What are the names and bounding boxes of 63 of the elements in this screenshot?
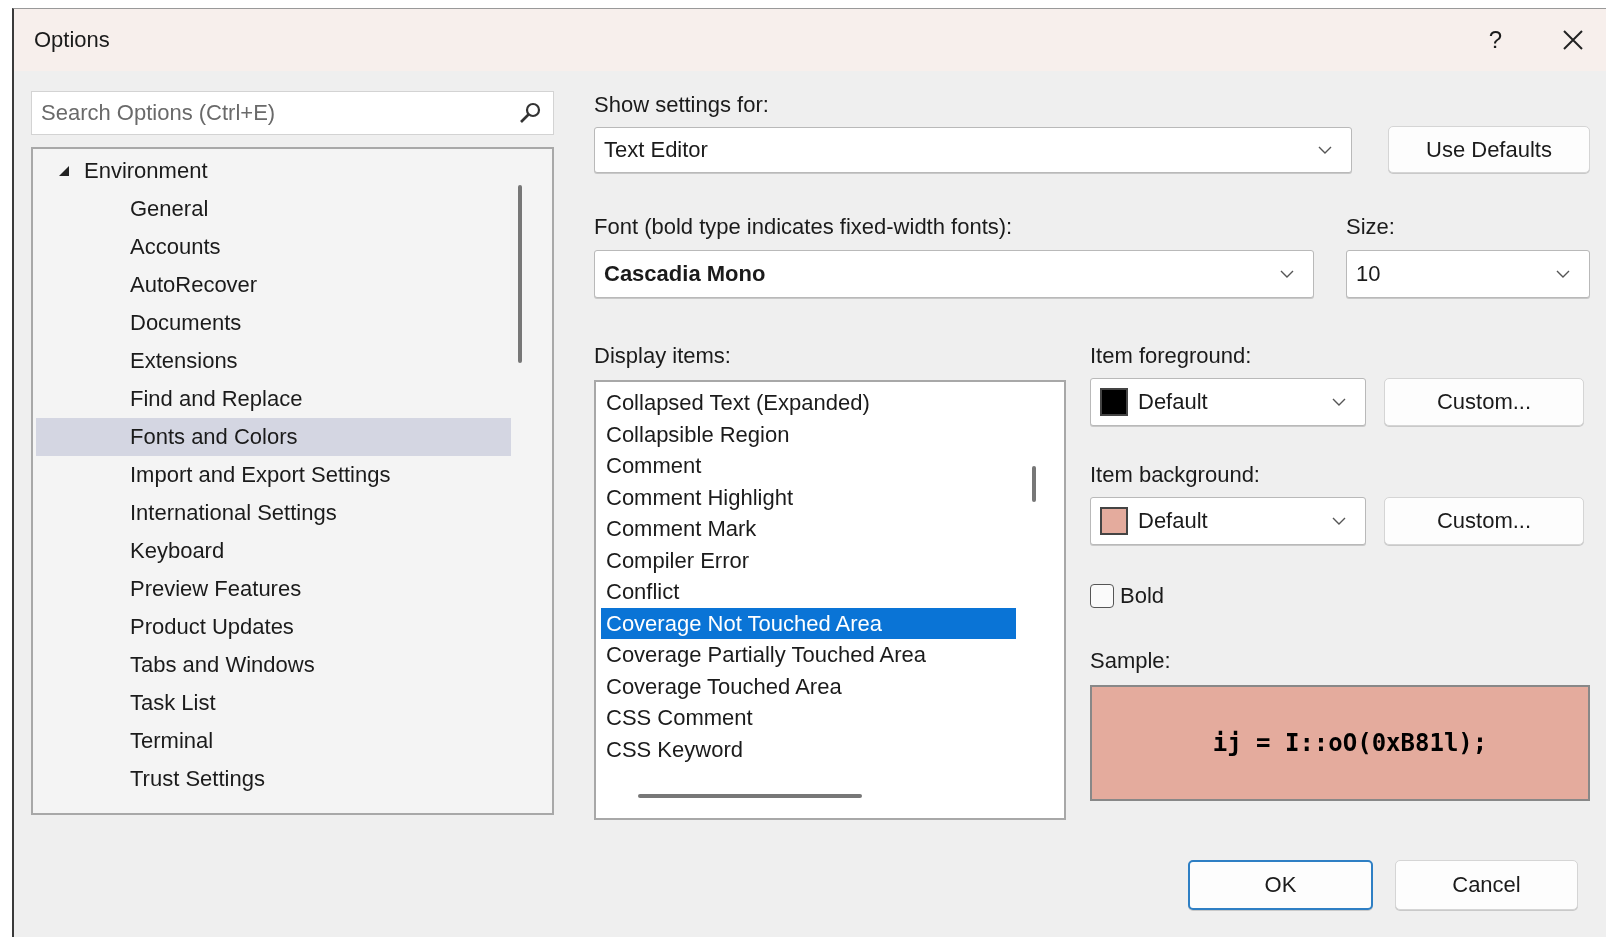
field-label: Size:	[1346, 213, 1396, 241]
tree-item[interactable]: Keyboard	[36, 532, 511, 570]
expanded-triangle-icon[interactable]	[58, 165, 70, 177]
tree-item[interactable]: Import and Export Settings	[36, 456, 511, 494]
chevron-down-icon	[1279, 269, 1295, 279]
list-item[interactable]: CSS Comment	[601, 702, 1016, 734]
tree-item[interactable]: Documents	[36, 304, 511, 342]
tree-item[interactable]: Environment	[36, 152, 511, 190]
search-field[interactable]: Search Options (Ctrl+E)	[31, 91, 554, 135]
tree-item[interactable]: Trust Settings	[36, 760, 511, 798]
tree-item[interactable]: Preview Features	[36, 570, 511, 608]
tree-item[interactable]: Task List	[36, 684, 511, 722]
chevron-down-icon	[1317, 145, 1333, 155]
tree-item[interactable]: Terminal	[36, 722, 511, 760]
list-item[interactable]: Coverage Partially Touched Area	[601, 639, 1016, 671]
list-item[interactable]: Collapsed Text (Expanded)	[601, 387, 1016, 419]
chevron-down-icon	[1331, 397, 1347, 407]
use-defaults-button[interactable]: Use Defaults	[1388, 126, 1590, 173]
list-item[interactable]: Compiler Error	[601, 544, 1016, 576]
ok-button[interactable]: OK	[1188, 860, 1373, 910]
list-item[interactable]: CSS Keyword	[601, 733, 1016, 765]
list-item[interactable]: Coverage Not Touched Area	[601, 607, 1016, 639]
scrollbar-thumb[interactable]	[638, 794, 862, 798]
custom-button[interactable]: Custom...	[1384, 497, 1584, 545]
color-dropdown[interactable]: Default	[1090, 378, 1366, 426]
tree-item[interactable]: International Settings	[36, 494, 511, 532]
search-icon	[518, 101, 542, 125]
chevron-down-icon	[1555, 269, 1571, 279]
tree-item[interactable]: Accounts	[36, 228, 511, 266]
field-label: Font (bold type indicates fixed-width fonts):	[594, 213, 1014, 241]
list-item[interactable]: Comment Highlight	[601, 481, 1016, 513]
tree-item[interactable]: AutoRecover	[36, 266, 511, 304]
settings-dropdown[interactable]: Text Editor	[594, 127, 1352, 173]
list-item[interactable]: Collapsible Region	[601, 418, 1016, 450]
font-dropdown[interactable]: Cascadia Mono	[594, 250, 1314, 298]
list-item[interactable]: Comment	[601, 450, 1016, 482]
field-label: Display items:	[594, 343, 731, 368]
tree-item[interactable]: Find and Replace	[36, 380, 511, 418]
window-title: Options	[34, 27, 111, 53]
tree-item[interactable]: Tabs and Windows	[36, 646, 511, 684]
cancel-button[interactable]: Cancel	[1395, 860, 1578, 910]
color-dropdown[interactable]: Default	[1090, 497, 1366, 545]
list-item[interactable]: Conflict	[601, 576, 1016, 608]
sample-code: ij = I::oO(0xB81l);	[1212, 729, 1488, 757]
help-button[interactable]: ?	[1488, 26, 1502, 54]
list-item[interactable]: Comment Mark	[601, 513, 1016, 545]
field-label: Show settings for:	[594, 91, 770, 119]
list-item[interactable]: Coverage Touched Area	[601, 670, 1016, 702]
checkbox[interactable]	[1090, 584, 1114, 608]
tree-item[interactable]: General	[36, 190, 511, 228]
chevron-down-icon	[1331, 516, 1347, 526]
custom-button[interactable]: Custom...	[1384, 378, 1584, 426]
tree-item[interactable]: Fonts and Colors	[36, 418, 511, 456]
checkbox-label: Bold	[1120, 583, 1165, 609]
scrollbar-thumb[interactable]	[1032, 466, 1036, 502]
tree-item[interactable]: Extensions	[36, 342, 511, 380]
sample-label: Sample:	[1090, 647, 1172, 675]
field-label: Item foreground:	[1090, 342, 1253, 370]
scrollbar-thumb[interactable]	[518, 185, 522, 363]
tree-item[interactable]: Product Updates	[36, 608, 511, 646]
close-icon[interactable]	[1562, 29, 1584, 51]
size-dropdown[interactable]: 10	[1346, 250, 1590, 298]
field-label: Item background:	[1090, 461, 1261, 489]
